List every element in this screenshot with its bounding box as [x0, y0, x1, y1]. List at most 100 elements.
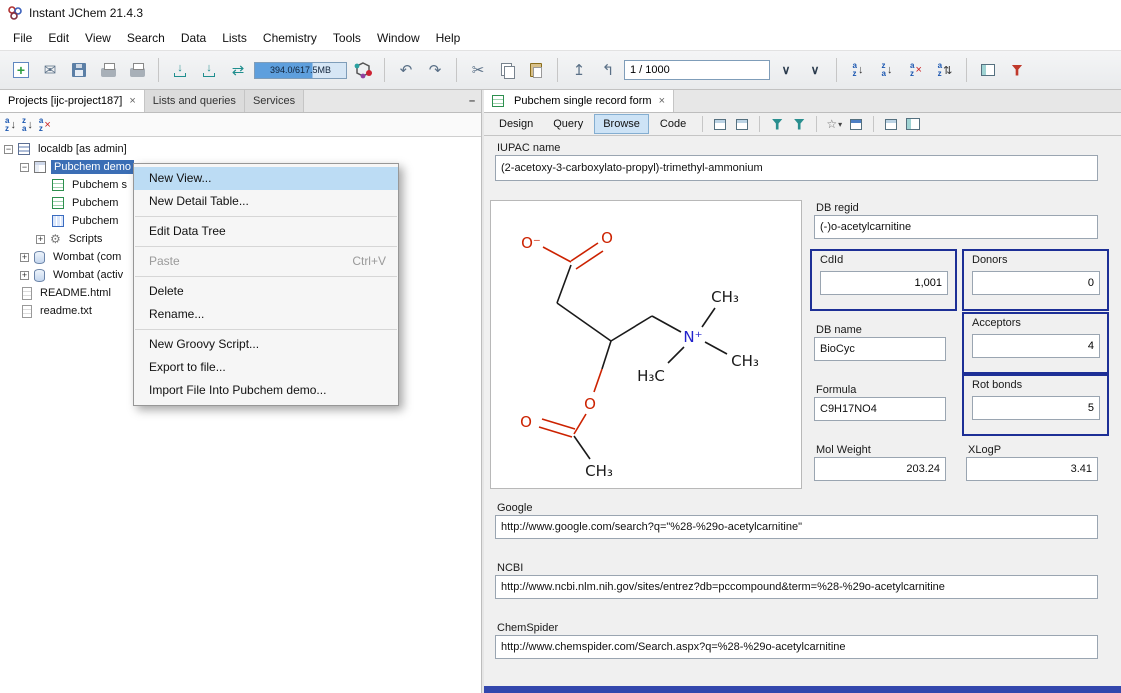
context-menu-item-edit-data-tree[interactable]: Edit Data Tree — [134, 220, 398, 243]
menu-help[interactable]: Help — [428, 27, 469, 49]
paste-button[interactable] — [523, 57, 549, 83]
edit-grid-button[interactable] — [710, 115, 730, 133]
menu-window[interactable]: Window — [369, 27, 428, 49]
undo-button[interactable]: ↶ — [393, 57, 419, 83]
table-columns-button[interactable] — [846, 115, 866, 133]
tree-label-selected[interactable]: Pubchem demo — [51, 160, 134, 174]
favorites-button[interactable]: ☆▾ — [824, 115, 844, 133]
view-code-button[interactable]: Code — [651, 114, 695, 134]
save-button[interactable] — [66, 57, 92, 83]
db-regid-field[interactable] — [814, 215, 1098, 239]
minimize-panel-button[interactable]: – — [463, 90, 481, 112]
sort-ascending-button[interactable]: az↓ — [845, 57, 871, 83]
menu-data[interactable]: Data — [173, 27, 214, 49]
tree-label[interactable]: readme.txt — [37, 304, 95, 318]
tab-projects[interactable]: Projects [ijc-project187] × — [0, 90, 145, 112]
context-menu-item-export-to-file[interactable]: Export to file... — [134, 356, 398, 379]
tree-label[interactable]: Pubchem s — [69, 178, 130, 192]
last-record-button[interactable]: ∨ — [802, 57, 828, 83]
mol-weight-field[interactable] — [814, 457, 946, 481]
horizontal-scrollbar[interactable] — [484, 686, 1121, 693]
context-menu-item-delete[interactable]: Delete — [134, 280, 398, 303]
clear-sort-button[interactable]: az× — [903, 57, 929, 83]
menu-chemistry[interactable]: Chemistry — [255, 27, 325, 49]
context-menu-item-new-detail-table[interactable]: New Detail Table... — [134, 190, 398, 213]
close-icon[interactable]: × — [129, 95, 135, 107]
previous-record-button[interactable]: ↰ — [595, 57, 621, 83]
chemspider-url-field[interactable] — [495, 635, 1098, 659]
tab-services[interactable]: Services — [245, 90, 304, 112]
open-button[interactable]: ✉ — [37, 57, 63, 83]
next-record-button[interactable]: ∨ — [773, 57, 799, 83]
context-menu-item-rename[interactable]: Rename... — [134, 303, 398, 326]
tree-label[interactable]: Pubchem — [69, 214, 121, 228]
record-position-input[interactable] — [624, 60, 770, 80]
tree-sort-descending-button[interactable]: za↓ — [22, 115, 33, 135]
import-button[interactable]: ↓ — [167, 57, 193, 83]
context-menu-item-new-view[interactable]: New View... — [134, 167, 398, 190]
structure-viewer[interactable]: O⁻ O N⁺ CH₃ CH₃ H₃C O O CH₃ — [490, 200, 802, 489]
advanced-sort-button[interactable]: az⇅ — [932, 57, 958, 83]
rot-bonds-field[interactable] — [972, 396, 1100, 420]
chemaxon-button[interactable] — [350, 57, 376, 83]
collapse-icon[interactable]: − — [4, 145, 13, 154]
show-grid-button[interactable] — [732, 115, 752, 133]
tree-label[interactable]: localdb [as admin] — [35, 142, 130, 156]
context-menu-item-new-groovy-script[interactable]: New Groovy Script... — [134, 333, 398, 356]
print-preview-button[interactable] — [124, 57, 150, 83]
export-button[interactable]: ↓ — [196, 57, 222, 83]
sort-descending-button[interactable]: za↓ — [874, 57, 900, 83]
view-query-button[interactable]: Query — [544, 114, 592, 134]
cut-button[interactable]: ✂ — [465, 57, 491, 83]
print-button[interactable] — [95, 57, 121, 83]
db-name-field[interactable] — [814, 337, 946, 361]
collapse-icon[interactable]: − — [20, 163, 29, 172]
layout-button[interactable] — [881, 115, 901, 133]
tree-label[interactable]: Pubchem — [69, 196, 121, 210]
menu-file[interactable]: File — [5, 27, 40, 49]
view-browse-button[interactable]: Browse — [594, 114, 649, 134]
cdid-field[interactable] — [820, 271, 948, 295]
clear-filter-icon — [1012, 65, 1023, 76]
tree-label[interactable]: Wombat (activ — [50, 268, 126, 282]
clear-filter-button[interactable] — [1004, 57, 1030, 83]
filter-button[interactable] — [767, 115, 787, 133]
acceptors-field[interactable] — [972, 334, 1100, 358]
view-design-button[interactable]: Design — [490, 114, 542, 134]
donors-field[interactable] — [972, 271, 1100, 295]
memory-indicator[interactable]: 394.0/617.5MB — [254, 62, 347, 79]
tree-label[interactable]: Wombat (com — [50, 250, 124, 264]
expand-icon[interactable]: + — [36, 235, 45, 244]
xlogp-label: XLogP — [968, 444, 1001, 456]
tree-row-localdb[interactable]: − localdb [as admin] — [0, 140, 481, 158]
tree-clear-sort-button[interactable]: az× — [39, 115, 51, 135]
toolbar-separator — [816, 116, 817, 132]
new-item-button[interactable]: + — [8, 57, 34, 83]
redo-button[interactable]: ↷ — [422, 57, 448, 83]
tree-label[interactable]: Scripts — [66, 232, 106, 246]
menu-edit[interactable]: Edit — [40, 27, 77, 49]
edit-filter-button[interactable] — [789, 115, 809, 133]
formula-field[interactable] — [814, 397, 946, 421]
ncbi-url-field[interactable] — [495, 575, 1098, 599]
tree-sort-ascending-button[interactable]: az↓ — [5, 115, 16, 135]
new-window-button[interactable] — [975, 57, 1001, 83]
expand-icon[interactable]: + — [20, 271, 29, 280]
tab-pubchem-single-record-form[interactable]: Pubchem single record form × — [484, 90, 674, 112]
google-url-field[interactable] — [495, 515, 1098, 539]
menu-lists[interactable]: Lists — [214, 27, 255, 49]
menu-search[interactable]: Search — [119, 27, 173, 49]
menu-view[interactable]: View — [77, 27, 119, 49]
context-menu-item-import-file[interactable]: Import File Into Pubchem demo... — [134, 379, 398, 402]
maximize-view-button[interactable] — [903, 115, 923, 133]
switch-schema-button[interactable]: ⇄ — [225, 57, 251, 83]
iupac-name-field[interactable] — [495, 155, 1098, 181]
tree-label[interactable]: README.html — [37, 286, 114, 300]
close-icon[interactable]: × — [659, 95, 665, 107]
xlogp-field[interactable] — [966, 457, 1098, 481]
first-record-button[interactable]: ↥ — [566, 57, 592, 83]
tab-lists-and-queries[interactable]: Lists and queries — [145, 90, 245, 112]
copy-button[interactable] — [494, 57, 520, 83]
menu-tools[interactable]: Tools — [325, 27, 369, 49]
expand-icon[interactable]: + — [20, 253, 29, 262]
